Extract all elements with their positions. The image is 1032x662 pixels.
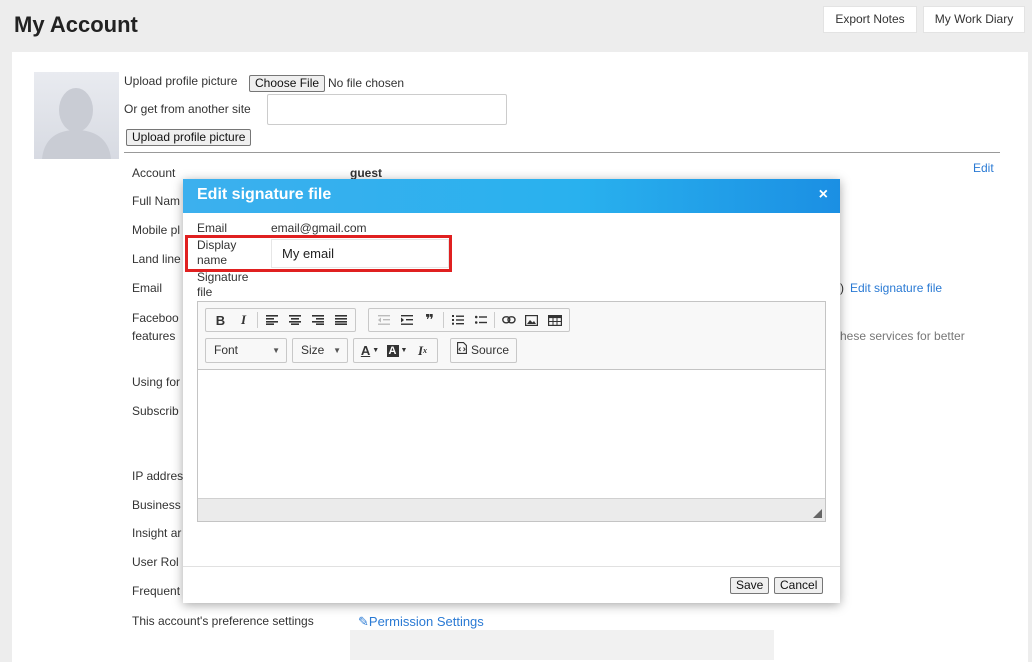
- font-select-label: Font: [214, 343, 239, 357]
- resize-handle-icon[interactable]: [813, 509, 822, 518]
- insert-group: ❞: [368, 308, 570, 332]
- image-icon[interactable]: [520, 310, 543, 330]
- source-button[interactable]: Source: [450, 338, 517, 363]
- choose-file-button[interactable]: Choose File: [249, 75, 326, 92]
- format-group: B I: [205, 308, 356, 332]
- insight-label: Insight ar: [132, 526, 182, 540]
- display-name-input[interactable]: My email: [271, 239, 449, 268]
- editor-toolbar: B I ❞ Font ▼ Size ▼ A ▼ A ▼ I x Source: [198, 302, 825, 370]
- land-line-label: Land line: [132, 252, 181, 266]
- ip-address-label: IP addres: [132, 469, 184, 483]
- user-silhouette-icon: [42, 88, 111, 159]
- upload-profile-button[interactable]: Upload profile picture: [126, 129, 252, 146]
- divider: [124, 152, 1000, 153]
- indent-icon[interactable]: [395, 310, 418, 330]
- signature-dialog: Edit signature file × Email email@gmail.…: [183, 179, 840, 603]
- dialog-email-value: email@gmail.com: [271, 221, 367, 235]
- font-select[interactable]: Font ▼: [205, 338, 287, 363]
- link-icon[interactable]: [497, 310, 520, 330]
- account-label: Account: [132, 166, 176, 180]
- source-icon: [457, 339, 467, 362]
- align-center-icon[interactable]: [283, 310, 306, 330]
- source-label: Source: [471, 343, 510, 357]
- background-color-icon[interactable]: A ▼: [383, 341, 411, 361]
- chevron-down-icon: ▼: [333, 346, 341, 355]
- settings-panel: [350, 630, 774, 660]
- email-label: Email: [132, 281, 163, 295]
- remove-format-icon[interactable]: Ix: [411, 341, 434, 361]
- justify-icon[interactable]: [329, 310, 352, 330]
- facebook-label: Faceboo: [132, 311, 179, 325]
- outdent-icon[interactable]: [372, 310, 395, 330]
- signature-label-line2: file: [197, 285, 213, 299]
- export-notes-button[interactable]: Export Notes: [823, 6, 917, 33]
- avatar: [34, 72, 119, 159]
- size-select-label: Size: [301, 343, 325, 357]
- display-label-line2: name: [197, 253, 228, 267]
- table-icon[interactable]: [543, 310, 566, 330]
- email-paren: ): [840, 281, 844, 295]
- preference-settings-label: This account's preference settings: [132, 614, 314, 628]
- other-site-input[interactable]: [267, 94, 507, 125]
- frequent-label: Frequent: [132, 584, 181, 598]
- edit-account-link[interactable]: Edit: [973, 161, 994, 175]
- color-group: A ▼ A ▼ Ix: [353, 338, 438, 363]
- blockquote-icon[interactable]: ❞: [418, 310, 441, 330]
- user-role-label: User Rol: [132, 555, 179, 569]
- permission-settings-text: Permission Settings: [368, 614, 484, 629]
- save-button[interactable]: Save: [730, 577, 770, 594]
- editor-statusbar: [198, 498, 825, 521]
- align-right-icon[interactable]: [306, 310, 329, 330]
- signature-edit-area[interactable]: [198, 371, 825, 498]
- cancel-button[interactable]: Cancel: [774, 577, 824, 594]
- upload-profile-label: Upload profile picture: [124, 74, 238, 88]
- subscribe-label: Subscrib: [132, 404, 179, 418]
- page-title: My Account: [14, 12, 138, 37]
- edit-signature-link[interactable]: Edit signature file: [850, 281, 942, 295]
- close-icon[interactable]: ×: [819, 186, 828, 204]
- dialog-email-label: Email: [197, 221, 228, 235]
- services-text: hese services for better: [840, 329, 965, 343]
- no-file-text: No file chosen: [328, 76, 405, 90]
- account-value: guest: [350, 166, 383, 180]
- signature-label-line1: Signature: [197, 270, 249, 284]
- dialog-title: Edit signature file: [197, 186, 332, 203]
- other-site-label: Or get from another site: [124, 102, 251, 116]
- pencil-icon: ✎: [358, 614, 369, 629]
- full-name-label: Full Nam: [132, 194, 181, 208]
- chevron-down-icon: ▼: [272, 346, 280, 355]
- display-label-line1: Display: [197, 238, 237, 252]
- italic-icon[interactable]: I: [232, 310, 255, 330]
- size-select[interactable]: Size ▼: [292, 338, 348, 363]
- dialog-footer-divider: [183, 566, 840, 567]
- bulleted-list-icon[interactable]: [469, 310, 492, 330]
- permission-settings-link[interactable]: ✎Permission Settings: [358, 614, 484, 630]
- bold-icon[interactable]: B: [209, 310, 232, 330]
- signature-editor: B I ❞ Font ▼ Size ▼ A ▼ A ▼ I x Source: [197, 301, 826, 522]
- using-for-label: Using for: [132, 375, 181, 389]
- work-diary-button[interactable]: My Work Diary: [923, 6, 1025, 33]
- numbered-list-icon[interactable]: [446, 310, 469, 330]
- text-color-icon[interactable]: A ▼: [357, 341, 383, 361]
- align-left-icon[interactable]: [260, 310, 283, 330]
- features-label: features: [132, 329, 176, 343]
- business-label: Business: [132, 498, 181, 512]
- mobile-phone-label: Mobile pl: [132, 223, 181, 237]
